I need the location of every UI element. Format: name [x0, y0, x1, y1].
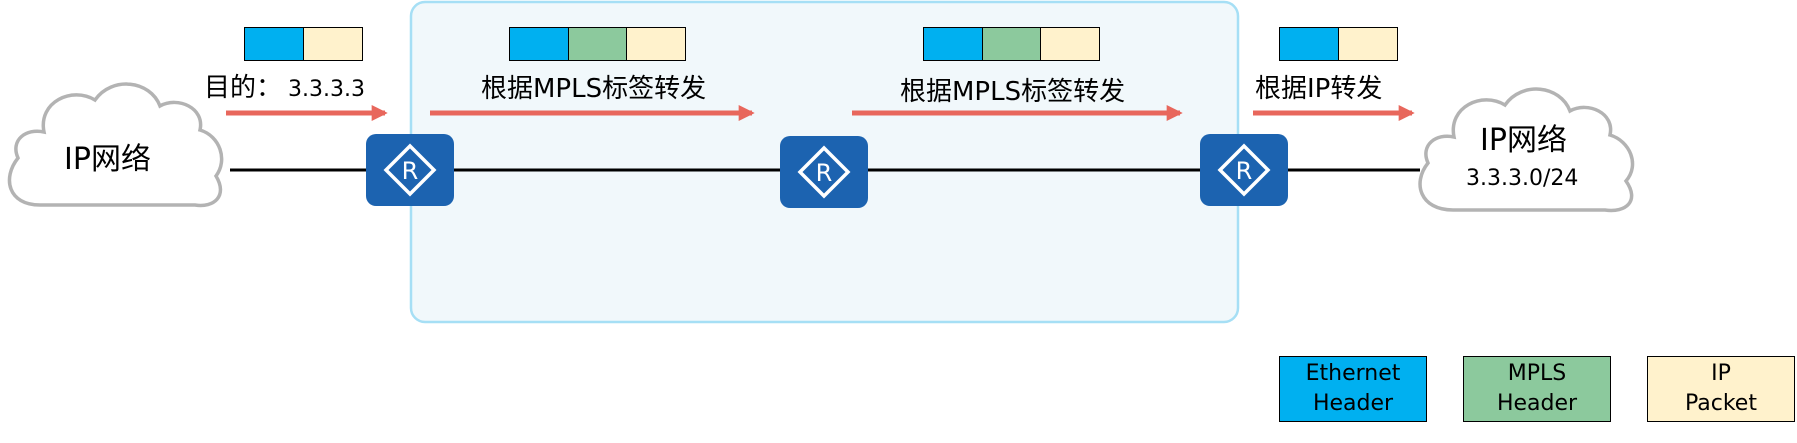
svg-text:R: R	[1236, 157, 1253, 185]
ethernet-header-cell	[244, 27, 304, 61]
legend-mpls-line1: MPLS	[1507, 361, 1567, 387]
legend-ethernet-header: Ethernet Header	[1279, 356, 1427, 422]
router-icon: R	[1200, 134, 1288, 206]
legend-ip-line2: Packet	[1685, 391, 1757, 416]
ethernet-header-cell	[923, 27, 983, 61]
legend-ip-packet: IP Packet	[1647, 356, 1795, 422]
ip-packet-cell	[1337, 27, 1398, 61]
packet-hop2	[509, 27, 686, 61]
hop3-label: 根据MPLS标签转发	[900, 77, 1126, 107]
hop1-label-value: 3.3.3.3	[288, 77, 365, 102]
hop2-label: 根据MPLS标签转发	[481, 74, 707, 104]
packet-hop1	[244, 27, 363, 61]
ip-packet-cell	[626, 27, 686, 61]
left-cloud-label: IP网络	[64, 142, 151, 177]
svg-text:R: R	[402, 157, 419, 185]
right-cloud-label: IP网络	[1480, 123, 1567, 158]
svg-text:R: R	[816, 159, 833, 187]
right-cloud-subnet: 3.3.3.0/24	[1466, 166, 1579, 191]
router-icon: R	[780, 136, 868, 208]
legend-ethernet-line2: Header	[1312, 391, 1394, 416]
ethernet-header-cell	[1279, 27, 1339, 61]
router-icon: R	[366, 134, 454, 206]
hop4-label: 根据IP转发	[1255, 74, 1383, 104]
legend-mpls-line2: Header	[1496, 391, 1578, 416]
mpls-header-cell	[567, 27, 628, 61]
legend-mpls-header: MPLS Header	[1463, 356, 1611, 422]
ip-packet-cell	[1040, 27, 1100, 61]
packet-hop4	[1279, 27, 1398, 61]
legend-ip-line1: IP	[1711, 361, 1731, 387]
legend-ethernet-line1: Ethernet	[1305, 361, 1401, 387]
packet-hop3	[923, 27, 1100, 61]
ethernet-header-cell	[509, 27, 569, 61]
hop1-label: 目的： 3.3.3.3	[204, 75, 365, 101]
ip-packet-cell	[302, 27, 363, 61]
hop1-label-prefix: 目的：	[204, 73, 283, 103]
mpls-header-cell	[981, 27, 1042, 61]
